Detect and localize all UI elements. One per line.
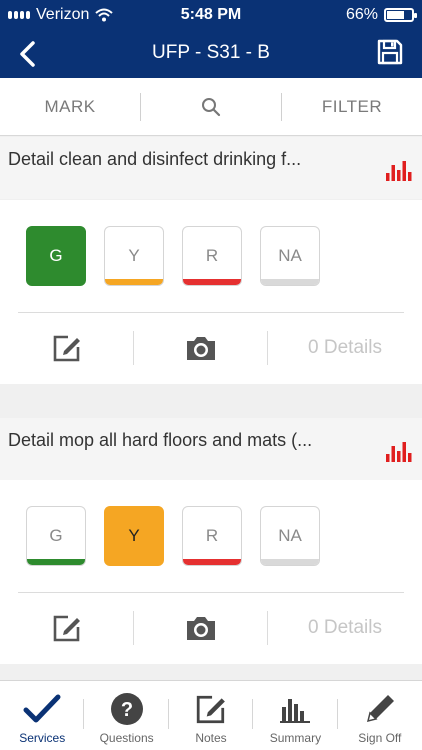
rating-color-bar: [183, 559, 241, 565]
task-actions: 0 Details: [0, 328, 422, 368]
checkmark-icon: [23, 694, 61, 723]
battery-info: 66%: [345, 6, 417, 24]
rating-y-button[interactable]: Y: [104, 506, 164, 566]
rating-color-bar: [27, 559, 85, 565]
bar-chart-icon[interactable]: [386, 159, 412, 181]
rating-r-button[interactable]: R: [182, 226, 242, 286]
card-divider: [18, 312, 404, 313]
tab-label: Summary: [269, 731, 322, 745]
tab-label: Questions: [99, 731, 154, 745]
toolbar: MARK FILTER: [0, 78, 422, 136]
rating-row: G Y R NA: [26, 506, 320, 566]
rating-g-button[interactable]: G: [26, 506, 86, 566]
bar-chart-icon[interactable]: [386, 440, 412, 462]
task-title: Detail mop all hard floors and mats (...: [8, 430, 313, 450]
task-header[interactable]: Detail mop all hard floors and mats (...: [0, 418, 422, 480]
camera-icon: [186, 617, 215, 640]
rating-g-button[interactable]: G: [26, 226, 86, 286]
details-count[interactable]: 0 Details: [268, 608, 422, 648]
tab-notes[interactable]: Notes: [169, 681, 254, 750]
battery-icon: [384, 8, 417, 22]
card-divider: [18, 592, 404, 593]
rating-y-button[interactable]: Y: [104, 226, 164, 286]
notes-icon: [196, 695, 225, 724]
summary-chart-icon: [280, 699, 311, 723]
tab-label: Sign Off: [358, 731, 402, 745]
nav-bar: UFP - S31 - B: [0, 30, 422, 78]
rating-color-bar: [261, 279, 319, 285]
pencil-icon: [366, 695, 394, 723]
save-icon: [377, 39, 403, 65]
rating-na-button[interactable]: NA: [260, 506, 320, 566]
camera-button[interactable]: [134, 608, 267, 648]
battery-fill: [387, 11, 405, 19]
edit-note-button[interactable]: [0, 328, 133, 368]
task-actions: 0 Details: [0, 608, 422, 648]
search-button[interactable]: [141, 78, 281, 135]
save-button[interactable]: [372, 34, 408, 70]
rating-color-bar: [261, 559, 319, 565]
page-title: UFP - S31 - B: [152, 42, 270, 63]
rating-na-button[interactable]: NA: [260, 226, 320, 286]
tab-services[interactable]: Services: [0, 681, 85, 750]
rating-r-button[interactable]: R: [182, 506, 242, 566]
tab-label: Services: [19, 731, 66, 745]
details-count[interactable]: 0 Details: [268, 328, 422, 368]
tab-label: Notes: [195, 731, 227, 745]
filter-button[interactable]: FILTER: [282, 78, 422, 135]
task-header[interactable]: Detail clean and disinfect drinking f...: [0, 137, 422, 199]
camera-icon: [186, 337, 215, 360]
tab-bar: Services ? Questions Notes Summary Sign …: [0, 680, 422, 750]
status-bar: Verizon 5:48 PM 66%: [0, 0, 422, 30]
search-icon: [202, 97, 221, 116]
battery-percent: 66%: [345, 6, 378, 23]
edit-note-button[interactable]: [0, 608, 133, 648]
tab-summary[interactable]: Summary: [253, 681, 338, 750]
edit-icon: [53, 615, 80, 642]
mark-button[interactable]: MARK: [0, 78, 140, 135]
question-icon: ?: [110, 693, 143, 725]
tab-sign-off[interactable]: Sign Off: [338, 681, 422, 750]
tab-questions[interactable]: ? Questions: [84, 681, 169, 750]
svg-text:?: ?: [121, 699, 133, 721]
task-card: G Y R NA 0 Details: [0, 480, 422, 664]
task-card: G Y R NA 0 Details: [0, 200, 422, 384]
task-title: Detail clean and disinfect drinking f...: [8, 149, 302, 169]
rating-color-bar: [105, 279, 163, 285]
edit-icon: [53, 335, 80, 362]
camera-button[interactable]: [134, 328, 267, 368]
rating-row: G Y R NA: [26, 226, 320, 286]
rating-color-bar: [183, 279, 241, 285]
